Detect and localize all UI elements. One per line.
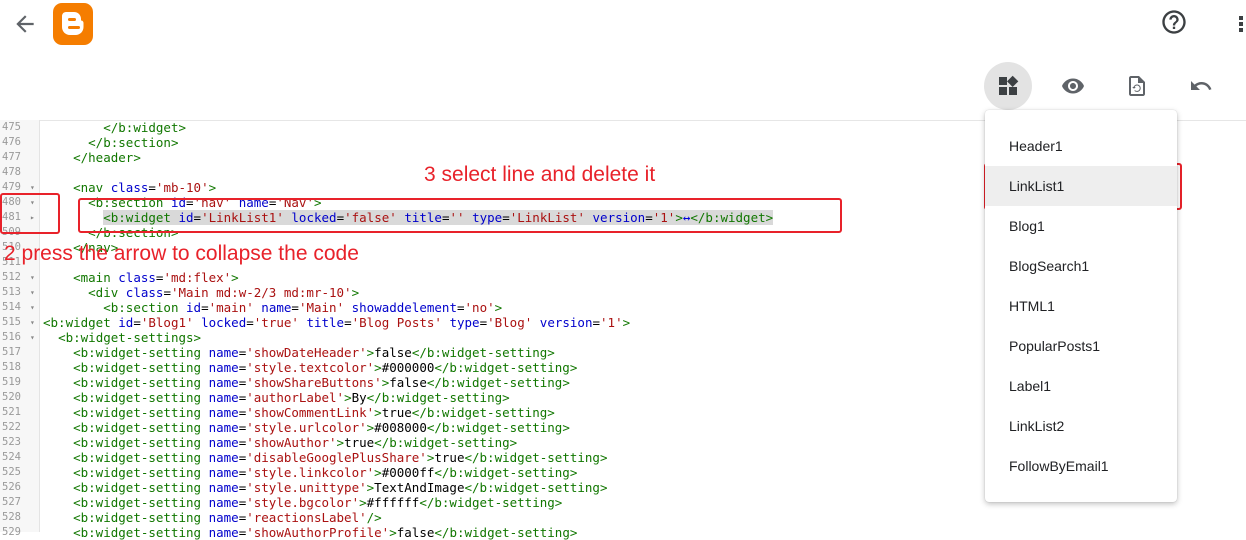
menu-item-linklist2[interactable]: LinkList2 (985, 406, 1177, 446)
more-vert-icon[interactable] (1234, 10, 1246, 38)
code-text: <b:widget id='LinkList1' locked='false' … (43, 210, 774, 225)
code-text: <nav class='mb-10'> (73, 180, 217, 195)
restore-icon (1129, 76, 1145, 96)
selected-code: <b:widget id='LinkList1' locked='false' … (103, 210, 774, 225)
line-number: 512 (2, 271, 21, 283)
menu-item-html1[interactable]: HTML1 (985, 286, 1177, 326)
line-number: 509 (2, 226, 21, 238)
line-number: 476 (2, 136, 21, 148)
code-text: <b:widget-setting name='style.bgcolor'>#… (73, 495, 563, 510)
code-text: <b:widget-setting name='showAuthor'>true… (73, 435, 518, 450)
widgets-button[interactable] (984, 62, 1032, 110)
blogger-logo[interactable] (53, 3, 93, 45)
code-text: <b:widget-setting name='style.urlcolor'>… (73, 420, 570, 435)
code-text: <b:widget-settings> (58, 330, 202, 345)
undo-icon (1191, 81, 1212, 90)
menu-item-label1[interactable]: Label1 (985, 366, 1177, 406)
code-text: <b:widget-setting name='disableGooglePlu… (73, 450, 608, 465)
fold-collapse-arrow-icon[interactable]: ▾ (30, 330, 35, 345)
code-text: <b:widget-setting name='authorLabel'>By<… (73, 390, 510, 405)
menu-item-blogsearch1[interactable]: BlogSearch1 (985, 246, 1177, 286)
undo-button[interactable] (1177, 62, 1225, 110)
menu-item-followbyemail1[interactable]: FollowByEmail1 (985, 446, 1177, 486)
code-text: <div class='Main md:w-2/3 md:mr-10'> (88, 285, 360, 300)
preview-button[interactable] (1049, 62, 1097, 110)
line-number: 479 (2, 181, 21, 193)
menu-item-popularposts1[interactable]: PopularPosts1 (985, 326, 1177, 366)
code-text: <b:widget-setting name='showShareButtons… (73, 375, 570, 390)
code-text: <b:widget-setting name='showDateHeader'>… (73, 345, 555, 360)
fold-collapse-arrow-icon[interactable]: ▾ (30, 285, 35, 300)
line-number: 521 (2, 406, 21, 418)
line-number: 516 (2, 331, 21, 343)
line-number: 524 (2, 451, 21, 463)
line-number: 525 (2, 466, 21, 478)
code-text: <b:section id='main' name='Main' showadd… (103, 300, 503, 315)
line-number: 522 (2, 421, 21, 433)
top-bar (0, 0, 1246, 46)
code-text: <b:widget-setting name='reactionsLabel'/… (73, 510, 382, 525)
fold-collapse-arrow-icon[interactable]: ▾ (30, 195, 35, 210)
line-number: 517 (2, 346, 21, 358)
menu-item-linklist1[interactable]: LinkList1 (985, 166, 1177, 206)
line-number: 520 (2, 391, 21, 403)
code-text: <b:widget-setting name='showCommentLink'… (73, 405, 555, 420)
eye-icon (1062, 78, 1084, 94)
line-number: 478 (2, 166, 21, 178)
line-number: 518 (2, 361, 21, 373)
line-number: 515 (2, 316, 21, 328)
line-number: 519 (2, 376, 21, 388)
menu-item-blog1[interactable]: Blog1 (985, 206, 1177, 246)
code-text: <b:widget-setting name='style.linkcolor'… (73, 465, 578, 480)
line-number: 514 (2, 301, 21, 313)
code-text: <b:widget-setting name='style.unittype'>… (73, 480, 608, 495)
line-number: 526 (2, 481, 21, 493)
line-number: 527 (2, 496, 21, 508)
fold-expand-arrow-icon[interactable]: ▸ (30, 210, 35, 225)
code-text: </b:section> (88, 225, 179, 240)
code-text: <b:widget id='Blog1' locked='true' title… (43, 315, 631, 330)
widget-jump-menu: Header1 LinkList1 Blog1 BlogSearch1 HTML… (985, 110, 1177, 502)
line-number: 513 (2, 286, 21, 298)
code-line[interactable]: 528 <b:widget-setting name='reactionsLab… (0, 510, 1246, 525)
line-number: 528 (2, 511, 21, 523)
widgets-icon (999, 75, 1019, 95)
fold-collapse-arrow-icon[interactable]: ▾ (30, 270, 35, 285)
line-number: 480 (2, 196, 21, 208)
help-circle-icon[interactable] (1160, 8, 1188, 36)
back-arrow-icon[interactable] (12, 11, 38, 37)
line-number: 477 (2, 151, 21, 163)
code-text: <b:widget-setting name='showAuthorProfil… (73, 525, 578, 540)
code-text: </b:widget> (103, 120, 187, 135)
code-text: </header> (73, 150, 141, 165)
fold-collapse-arrow-icon[interactable]: ▾ (30, 300, 35, 315)
fold-collapse-arrow-icon[interactable]: ▾ (30, 315, 35, 330)
code-text: <b:section id='nav' name='Nav'> (88, 195, 322, 210)
menu-item-header1[interactable]: Header1 (985, 126, 1177, 166)
line-number: 475 (2, 121, 21, 133)
line-number: 529 (2, 526, 21, 538)
annotation-step-2: 2 press the arrow to collapse the code (4, 242, 359, 265)
code-text: <main class='md:flex'> (73, 270, 239, 285)
annotation-step-3: 3 select line and delete it (424, 163, 656, 186)
code-line[interactable]: 529 <b:widget-setting name='showAuthorPr… (0, 525, 1246, 540)
fold-collapse-arrow-icon[interactable]: ▾ (30, 180, 35, 195)
code-text: </b:section> (88, 135, 179, 150)
line-number: 523 (2, 436, 21, 448)
restore-button[interactable] (1113, 62, 1161, 110)
line-number: 481 (2, 211, 21, 223)
code-text: <b:widget-setting name='style.textcolor'… (73, 360, 578, 375)
